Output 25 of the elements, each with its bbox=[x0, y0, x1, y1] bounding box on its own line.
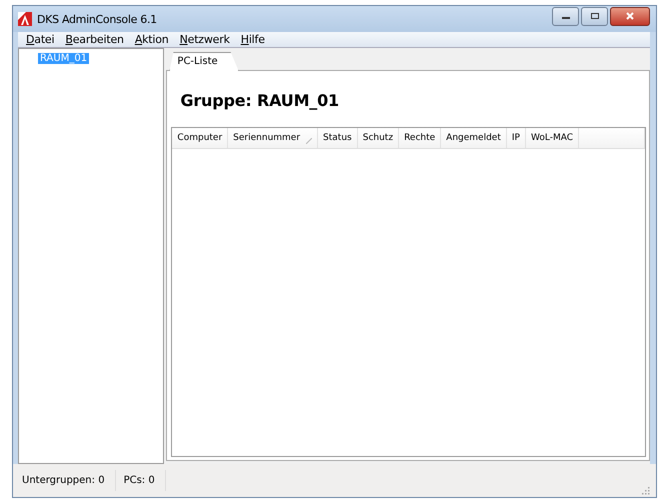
column-header[interactable]: Schutz bbox=[358, 128, 400, 148]
group-heading: Gruppe: RAUM_01 bbox=[179, 90, 340, 112]
menu-item[interactable]: Aktion bbox=[130, 33, 175, 46]
status-text: PCs: 0 bbox=[116, 470, 166, 491]
menu-item[interactable]: Bearbeiten bbox=[60, 33, 130, 46]
window-title: DKS AdminConsole 6.1 bbox=[37, 12, 157, 26]
close-icon bbox=[625, 12, 635, 20]
tab[interactable]: PC-Liste bbox=[169, 52, 239, 71]
maximize-icon bbox=[590, 12, 600, 20]
column-header[interactable]: Status bbox=[318, 128, 358, 148]
column-header[interactable]: Rechte bbox=[399, 128, 442, 148]
menu-item[interactable]: Netzwerk bbox=[174, 33, 236, 46]
maximize-button[interactable] bbox=[581, 6, 608, 26]
app-logo-icon bbox=[18, 12, 32, 26]
column-header[interactable]: IP bbox=[506, 128, 526, 148]
minimize-button[interactable] bbox=[552, 6, 579, 26]
close-button[interactable] bbox=[610, 6, 650, 26]
column-header[interactable]: Seriennummer bbox=[228, 128, 318, 148]
status-text: Untergruppen: 0 bbox=[18, 470, 116, 491]
menu-item[interactable]: Datei bbox=[21, 33, 60, 46]
column-header[interactable]: WoL-MAC bbox=[526, 128, 579, 148]
column-header[interactable]: Angemeldet bbox=[441, 128, 507, 148]
resize-grip-icon[interactable] bbox=[642, 487, 650, 495]
menu-item[interactable]: Hilfe bbox=[236, 33, 271, 46]
column-header[interactable]: Computer bbox=[172, 128, 228, 148]
